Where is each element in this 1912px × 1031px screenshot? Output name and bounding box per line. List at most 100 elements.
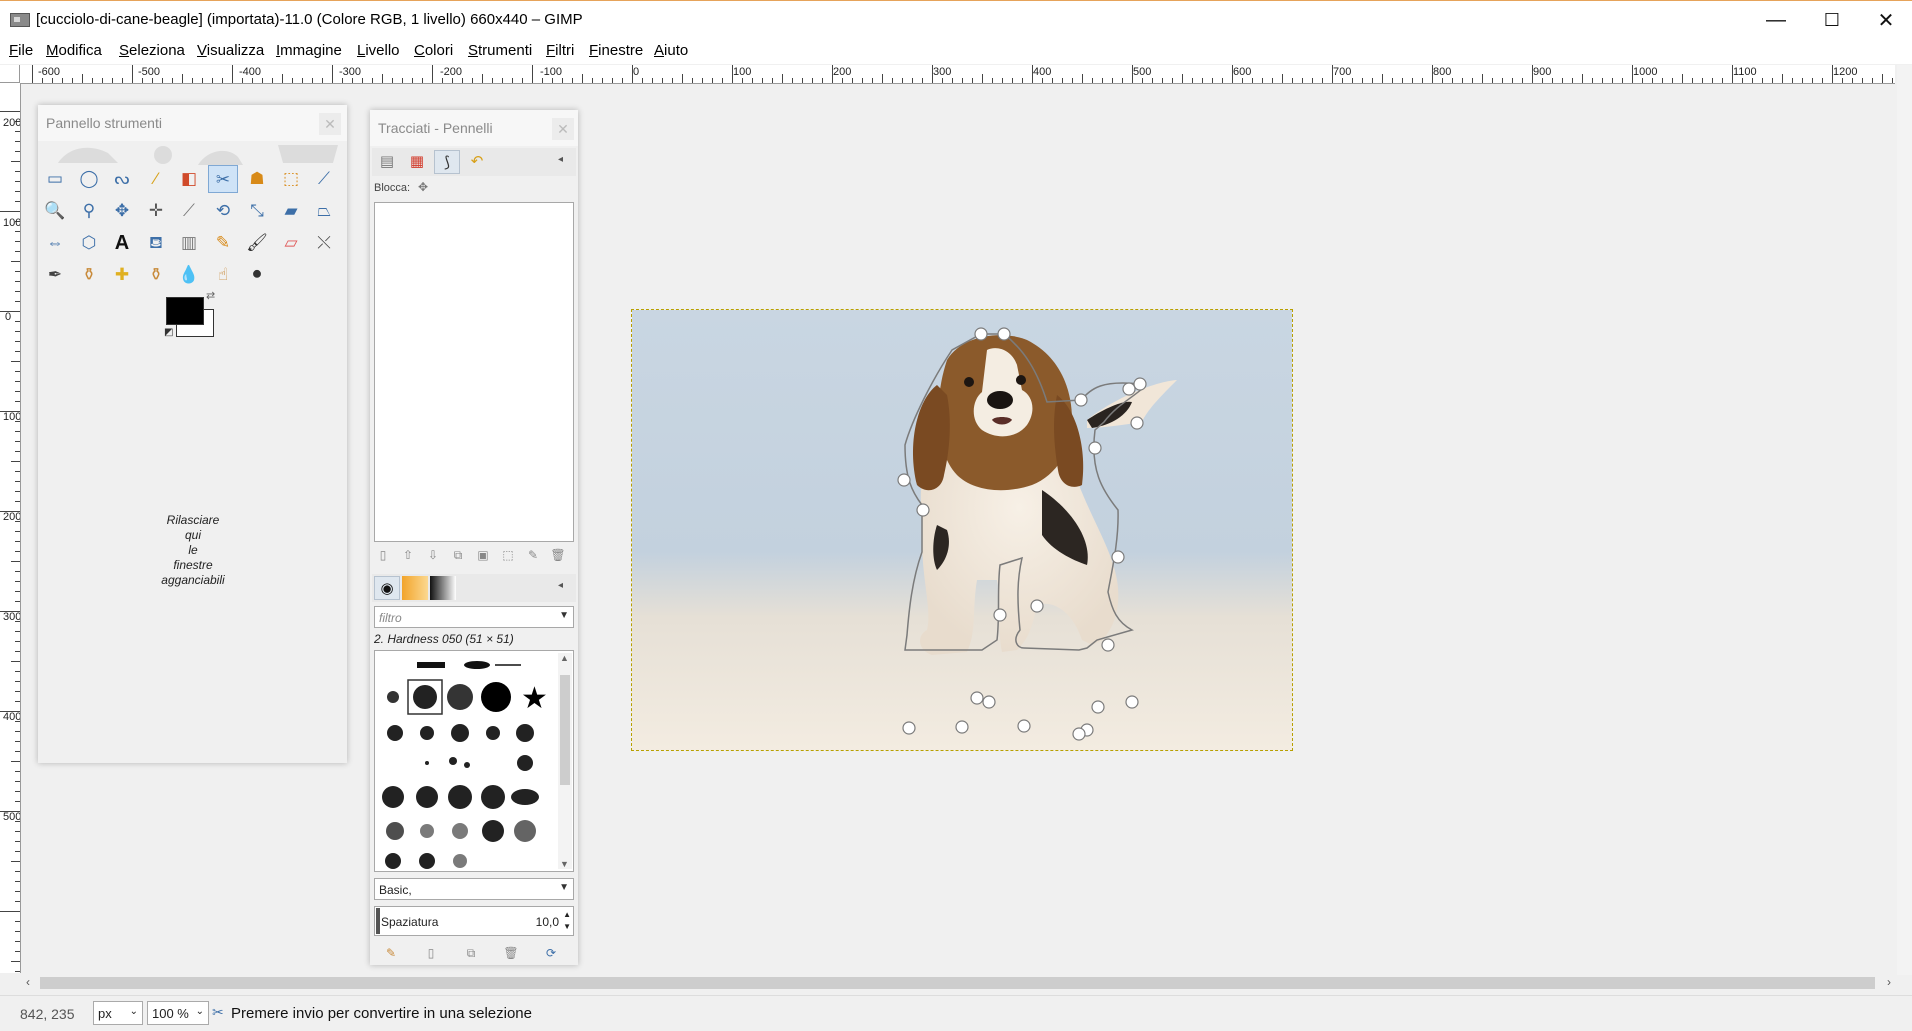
menu-colori[interactable]: Colori bbox=[414, 42, 453, 59]
scroll-left-icon[interactable]: ‹ bbox=[26, 975, 30, 989]
lock-position-icon[interactable]: ✥ bbox=[418, 180, 428, 194]
gradient-icon[interactable]: ▥ bbox=[174, 229, 204, 257]
spin-arrows-icon[interactable]: ▲ ▼ bbox=[563, 909, 571, 933]
measure-icon[interactable]: ⚲ bbox=[74, 197, 104, 225]
selection-to-path-icon[interactable]: ⬚ bbox=[499, 546, 517, 564]
airbrush-icon[interactable]: ⤬ bbox=[309, 229, 339, 257]
brush-grid-scroll-thumb[interactable] bbox=[560, 675, 570, 785]
move-icon[interactable]: ✥ bbox=[107, 197, 137, 225]
refresh-brushes-icon[interactable]: ⟳ bbox=[542, 944, 560, 962]
delete-path-icon[interactable]: 🗑 bbox=[549, 546, 567, 564]
tab-menu-icon[interactable]: ◂ bbox=[558, 154, 563, 165]
swap-colors-icon[interactable]: ⇄ bbox=[206, 289, 215, 302]
duplicate-brush-icon[interactable]: ⧉ bbox=[462, 944, 480, 962]
select-by-color-icon[interactable]: ◧ bbox=[174, 165, 204, 193]
foreground-color-swatch[interactable] bbox=[166, 297, 204, 325]
horizontal-scrollbar[interactable]: ‹ › bbox=[20, 975, 1895, 991]
cage-transform-icon[interactable]: ⬡ bbox=[74, 229, 104, 257]
dodge-burn-icon[interactable]: ⚫ bbox=[242, 261, 272, 289]
maximize-button[interactable]: ☐ bbox=[1804, 1, 1860, 39]
scroll-down-icon[interactable]: ▼ bbox=[560, 859, 569, 869]
menu-strumenti[interactable]: Strumenti bbox=[468, 42, 532, 59]
spacing-slider[interactable]: Spaziatura 10,0 ▲ ▼ bbox=[374, 906, 574, 936]
vertical-scrollbar[interactable] bbox=[1897, 65, 1912, 975]
patterns-tab-icon[interactable] bbox=[402, 576, 428, 600]
fuzzy-select-icon[interactable]: ⁄ bbox=[141, 165, 171, 193]
menu-immagine[interactable]: Immagine bbox=[276, 42, 342, 59]
undo-history-tab-icon[interactable]: ↶ bbox=[464, 150, 490, 174]
rect-select-icon[interactable]: ▭ bbox=[40, 165, 70, 193]
path-to-selection-icon[interactable]: ▣ bbox=[474, 546, 492, 564]
channels-tab-icon[interactable]: ▦ bbox=[404, 150, 430, 174]
shear-icon[interactable]: ▰ bbox=[276, 197, 306, 225]
lower-path-icon[interactable]: ⇩ bbox=[424, 546, 442, 564]
rotate-icon[interactable]: ⟲ bbox=[208, 197, 238, 225]
menu-modifica[interactable]: Modifica bbox=[46, 42, 102, 59]
default-colors-icon[interactable]: ◩ bbox=[164, 327, 173, 338]
brush-grid-scrollbar[interactable]: ▲ ▼ bbox=[558, 653, 572, 869]
toolbox-close-icon[interactable]: ✕ bbox=[319, 113, 341, 135]
paths-brushes-close-icon[interactable]: ✕ bbox=[552, 118, 574, 140]
brush-filter-input[interactable]: filtro ▼ bbox=[374, 606, 574, 628]
gradients-tab-icon[interactable] bbox=[430, 576, 456, 600]
menu-finestre[interactable]: Finestre bbox=[589, 42, 643, 59]
heal-icon[interactable]: ✚ bbox=[107, 261, 137, 289]
align-icon[interactable]: ✛ bbox=[141, 197, 171, 225]
clone-icon[interactable]: ⚱ bbox=[74, 261, 104, 289]
unit-dropdown[interactable]: px ⌄ bbox=[93, 1001, 143, 1025]
brush-tag-dropdown[interactable]: Basic, ▼ bbox=[374, 878, 574, 900]
brush-grid[interactable]: ★ ▲ ▼ bbox=[374, 650, 574, 872]
raise-path-icon[interactable]: ⇧ bbox=[399, 546, 417, 564]
new-path-icon[interactable]: ▯ bbox=[374, 546, 392, 564]
zoom-dropdown[interactable]: 100 % ⌄ bbox=[147, 1001, 209, 1025]
menu-seleziona[interactable]: Seleziona bbox=[119, 42, 185, 59]
paintbrush-icon[interactable]: 🖌 bbox=[242, 229, 272, 257]
pencil-icon[interactable]: ✎ bbox=[208, 229, 238, 257]
horizontal-ruler[interactable]: -600 -500 -400 -300 -200 -100 0 100 200 … bbox=[20, 65, 1895, 84]
color-selector[interactable]: ⇄ ◩ bbox=[164, 290, 216, 339]
new-brush-icon[interactable]: ▯ bbox=[422, 944, 440, 962]
paths-tool-icon[interactable]: ⬚ bbox=[276, 165, 306, 193]
duplicate-path-icon[interactable]: ⧉ bbox=[449, 546, 467, 564]
color-picker-icon[interactable]: ⟋ bbox=[309, 165, 339, 193]
menu-livello[interactable]: Livello bbox=[357, 42, 400, 59]
paths-tab-icon[interactable]: ⟆ bbox=[434, 150, 460, 174]
menu-visualizza[interactable]: Visualizza bbox=[197, 42, 264, 59]
scroll-up-icon[interactable]: ▲ bbox=[560, 653, 569, 663]
layers-tab-icon[interactable]: ▤ bbox=[374, 150, 400, 174]
perspective-clone-icon[interactable]: ⚱ bbox=[141, 261, 171, 289]
text-tool-icon[interactable]: A bbox=[107, 229, 137, 257]
toolbox-header[interactable]: Pannello strumenti ✕ bbox=[38, 105, 347, 141]
scissors-select-icon[interactable]: ✂ bbox=[208, 165, 238, 193]
free-select-icon[interactable]: ᔓ bbox=[107, 165, 137, 193]
minimize-button[interactable]: — bbox=[1748, 1, 1804, 39]
eraser-icon[interactable]: ▱ bbox=[276, 229, 306, 257]
paths-brushes-header[interactable]: Tracciati - Pennelli ✕ bbox=[370, 110, 578, 146]
horizontal-scroll-thumb[interactable] bbox=[40, 977, 1875, 989]
bucket-fill-icon[interactable]: ⛾ bbox=[141, 229, 171, 257]
flip-icon[interactable]: ⇔ bbox=[40, 229, 70, 257]
scroll-right-icon[interactable]: › bbox=[1887, 975, 1891, 989]
smudge-icon[interactable]: ☝ bbox=[208, 261, 238, 289]
close-button[interactable]: ✕ bbox=[1858, 1, 1912, 39]
menu-filtri[interactable]: Filtri bbox=[546, 42, 574, 59]
delete-brush-icon[interactable]: 🗑 bbox=[502, 944, 520, 962]
perspective-icon[interactable]: ⏢ bbox=[309, 197, 339, 225]
paths-list[interactable] bbox=[374, 202, 574, 542]
crop-icon[interactable]: ⟋ bbox=[174, 197, 204, 225]
image-canvas[interactable] bbox=[631, 309, 1293, 751]
ink-icon[interactable]: ✒ bbox=[40, 261, 70, 289]
brushes-tab-icon[interactable]: ◉ bbox=[374, 576, 400, 600]
scale-icon[interactable]: ⤡ bbox=[242, 197, 272, 225]
foreground-select-icon[interactable]: ☗ bbox=[242, 165, 272, 193]
ellipse-select-icon[interactable]: ◯ bbox=[74, 165, 104, 193]
stroke-path-icon[interactable]: ✎ bbox=[524, 546, 542, 564]
edit-brush-icon[interactable]: ✎ bbox=[382, 944, 400, 962]
zoom-icon[interactable]: 🔍 bbox=[40, 197, 70, 225]
vertical-ruler[interactable]: 200 100 0 100 200 300 400 500 bbox=[0, 83, 21, 973]
menu-aiuto[interactable]: Aiuto bbox=[654, 42, 688, 59]
menu-file[interactable]: File bbox=[9, 42, 33, 59]
brushes-tab-menu-icon[interactable]: ◂ bbox=[558, 580, 563, 591]
blur-icon[interactable]: 💧 bbox=[174, 261, 204, 289]
ruler-corner[interactable] bbox=[0, 65, 20, 83]
